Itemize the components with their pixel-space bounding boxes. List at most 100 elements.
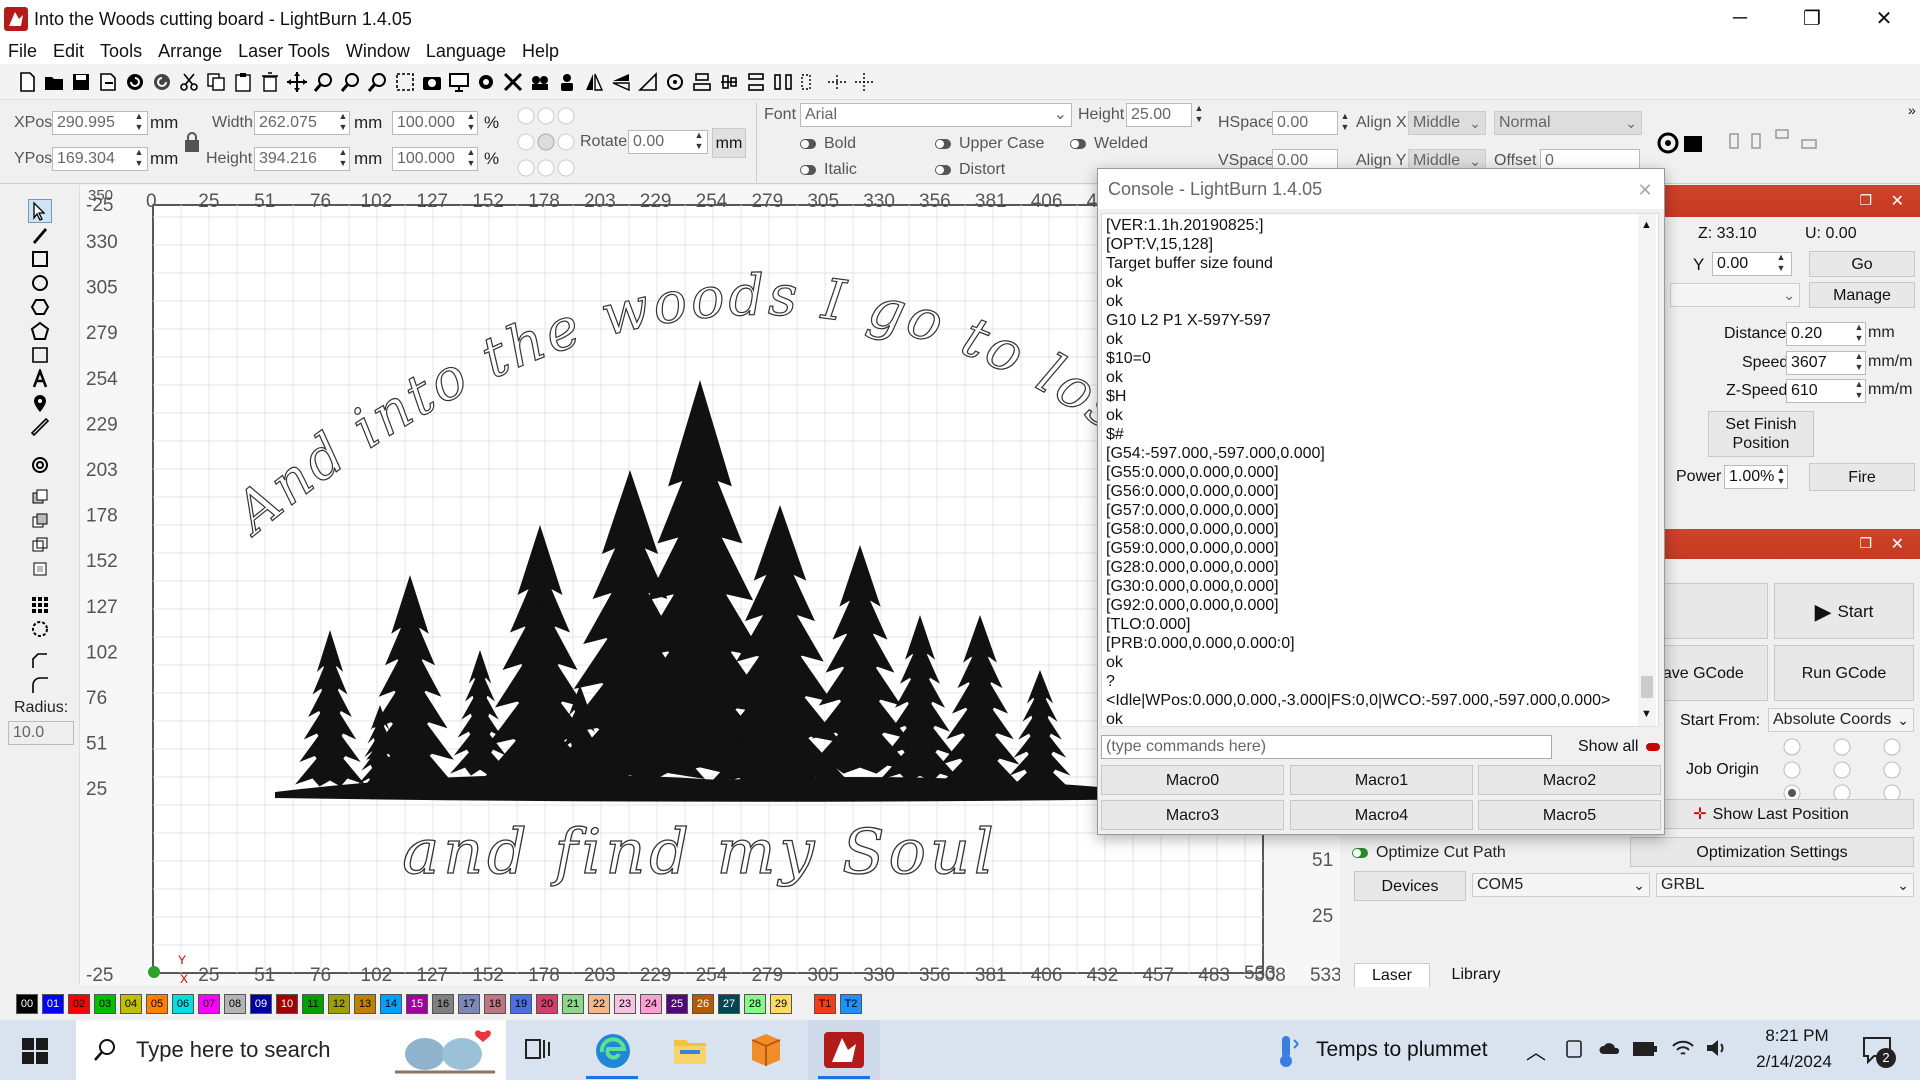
- color-layer-swatch-10[interactable]: 10: [276, 994, 298, 1014]
- scale-x-spinner[interactable]: ▲ ▼: [464, 111, 478, 135]
- open-folder-icon[interactable]: [41, 69, 67, 95]
- spread-icon[interactable]: [824, 69, 850, 95]
- radius-field[interactable]: 10.0: [8, 721, 74, 745]
- menu-laser-tools[interactable]: Laser Tools: [230, 41, 338, 62]
- tab-laser[interactable]: Laser: [1354, 963, 1430, 987]
- close-panel-icon[interactable]: ✕: [1891, 534, 1904, 554]
- flip-horizontal-icon[interactable]: [581, 69, 607, 95]
- xpos-spinner[interactable]: ▲ ▼: [132, 111, 146, 135]
- tools-icon[interactable]: [500, 69, 526, 95]
- align-icon[interactable]: [689, 69, 715, 95]
- clock-time[interactable]: 8:21 PM: [1752, 1026, 1842, 1046]
- mirror-icon[interactable]: [635, 69, 661, 95]
- menu-window[interactable]: Window: [338, 41, 418, 62]
- frame-tool-icon[interactable]: [28, 343, 52, 367]
- task-view-icon[interactable]: [524, 1036, 552, 1064]
- paste-icon[interactable]: [230, 69, 256, 95]
- app-cube-icon[interactable]: [748, 1032, 784, 1068]
- speed-spinner[interactable]: ▲ ▼: [1852, 351, 1866, 375]
- scrollbar-thumb[interactable]: [1641, 676, 1653, 698]
- rectangle-tool-icon[interactable]: [28, 247, 52, 271]
- color-layer-swatch-29[interactable]: 29: [770, 994, 792, 1014]
- saved-position-select[interactable]: ⌄: [1670, 283, 1800, 307]
- onedrive-cloud-icon[interactable]: [1598, 1038, 1622, 1060]
- zoom-out-icon[interactable]: [338, 69, 364, 95]
- boolean-intersect-icon[interactable]: [28, 533, 52, 557]
- boolean-subtract-icon[interactable]: [28, 509, 52, 533]
- export-icon[interactable]: [95, 69, 121, 95]
- scroll-up-icon[interactable]: ▲: [1641, 216, 1652, 235]
- menu-edit[interactable]: Edit: [45, 41, 92, 62]
- color-layer-swatch-22[interactable]: 22: [588, 994, 610, 1014]
- corner-radius-icon[interactable]: [28, 673, 52, 697]
- color-layer-swatch-02[interactable]: 02: [68, 994, 90, 1014]
- color-layer-swatch-06[interactable]: 06: [172, 994, 194, 1014]
- macro0-button[interactable]: Macro0: [1101, 765, 1284, 795]
- camera-icon[interactable]: [419, 69, 445, 95]
- start-from-select[interactable]: Absolute Coords ⌄: [1768, 708, 1914, 732]
- color-layer-swatch-19[interactable]: 19: [510, 994, 532, 1014]
- device-icon[interactable]: [1564, 1038, 1586, 1060]
- dock-icon[interactable]: [797, 69, 823, 95]
- zoom-in-icon[interactable]: [311, 69, 337, 95]
- align-tools-icon[interactable]: [1726, 126, 1826, 156]
- offset-tool-icon[interactable]: [28, 453, 52, 477]
- color-layer-swatch-17[interactable]: 17: [458, 994, 480, 1014]
- overflow-chevron-icon[interactable]: »: [1908, 102, 1916, 118]
- distribute-vertical-icon[interactable]: [770, 69, 796, 95]
- show-hidden-icons-chevron-icon[interactable]: ︿: [1526, 1036, 1546, 1065]
- align-x-select[interactable]: Middle ⌄: [1408, 111, 1486, 135]
- color-layer-swatch-16[interactable]: 16: [432, 994, 454, 1014]
- run-gcode-button[interactable]: Run GCode: [1774, 645, 1914, 701]
- color-layer-swatch-15[interactable]: 15: [406, 994, 428, 1014]
- optimize-cut-path-toggle[interactable]: Optimize Cut Path: [1352, 844, 1506, 862]
- color-layer-swatch-25[interactable]: 25: [666, 994, 688, 1014]
- color-layer-swatch-28[interactable]: 28: [744, 994, 766, 1014]
- undo-icon[interactable]: [122, 69, 148, 95]
- ellipse-tool-icon[interactable]: [28, 271, 52, 295]
- copy-icon[interactable]: [203, 69, 229, 95]
- console-log[interactable]: [VER:1.1h.20190825:] [OPT:V,15,128] Targ…: [1101, 213, 1659, 727]
- text-mode-select[interactable]: Normal ⌄: [1494, 111, 1642, 135]
- color-layer-swatch-01[interactable]: 01: [42, 994, 64, 1014]
- lightburn-taskbar-button[interactable]: [808, 1020, 880, 1080]
- zoom-selection-icon[interactable]: [392, 69, 418, 95]
- minimize-button[interactable]: ─: [1704, 0, 1776, 36]
- color-layer-swatch-13[interactable]: 13: [354, 994, 376, 1014]
- color-layer-swatch-23[interactable]: 23: [614, 994, 636, 1014]
- monitor-icon[interactable]: [446, 69, 472, 95]
- distance-spinner[interactable]: ▲ ▼: [1852, 322, 1866, 346]
- taskbar-search-box[interactable]: Type here to search: [76, 1020, 506, 1080]
- color-layer-swatch-21[interactable]: 21: [562, 994, 584, 1014]
- edit-nodes-icon[interactable]: [28, 649, 52, 673]
- color-layer-swatch-12[interactable]: 12: [328, 994, 350, 1014]
- move-icon[interactable]: [284, 69, 310, 95]
- zoom-fit-icon[interactable]: [365, 69, 391, 95]
- menu-language[interactable]: Language: [418, 41, 514, 62]
- console-scrollbar[interactable]: ▲ ▼: [1638, 214, 1656, 726]
- polygon-tool-icon[interactable]: [28, 295, 52, 319]
- circular-array-icon[interactable]: [28, 617, 52, 641]
- float-panel-icon[interactable]: ❐: [1859, 192, 1872, 209]
- console-command-input[interactable]: (type commands here): [1101, 735, 1552, 759]
- menu-file[interactable]: File: [0, 41, 45, 62]
- menu-tools[interactable]: Tools: [92, 41, 150, 62]
- menu-arrange[interactable]: Arrange: [150, 41, 230, 62]
- firmware-select[interactable]: GRBL ⌄: [1656, 873, 1914, 897]
- color-layer-swatch-03[interactable]: 03: [94, 994, 116, 1014]
- distort-toggle[interactable]: Distort: [935, 161, 1005, 179]
- optimization-settings-button[interactable]: Optimization Settings: [1630, 837, 1914, 867]
- macro3-button[interactable]: Macro3: [1101, 800, 1284, 830]
- color-layer-swatch-09[interactable]: 09: [250, 994, 272, 1014]
- grid-array-icon[interactable]: [28, 593, 52, 617]
- select-tool-icon[interactable]: [28, 199, 52, 223]
- font-select[interactable]: Arial ⌄: [800, 103, 1072, 127]
- center-icon[interactable]: [851, 69, 877, 95]
- cut-icon[interactable]: [176, 69, 202, 95]
- edge-browser-icon[interactable]: [594, 1032, 632, 1070]
- macro1-button[interactable]: Macro1: [1290, 765, 1473, 795]
- bold-toggle[interactable]: Bold: [800, 135, 856, 153]
- welded-toggle[interactable]: Welded: [1070, 135, 1148, 153]
- devices-button[interactable]: Devices: [1354, 871, 1466, 901]
- job-origin-selector[interactable]: [1768, 737, 1918, 803]
